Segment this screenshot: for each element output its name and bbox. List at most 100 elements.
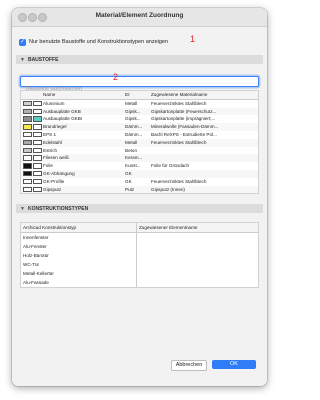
material-name: Ausbauplatte GKBI (43, 116, 83, 122)
material-id: Gipsk... (125, 116, 141, 122)
konstruktionstypen-table-header: Archicad Konstruktionstyp Zugewiesener E… (21, 223, 258, 233)
material-name: Ausbauplatte GKB (43, 108, 81, 114)
material-assigned-name[interactable]: Feuerverzinktes Stahlblech (151, 139, 258, 147)
material-assigned-name[interactable] (151, 170, 258, 178)
konstruktionstyp-assigned[interactable] (136, 233, 258, 242)
pattern-swatch-primary (23, 155, 32, 161)
material-assigned-name[interactable] (151, 147, 258, 155)
material-id: Metall (125, 100, 138, 106)
konstruktionstypen-section-header[interactable]: ▼ KONSTRUKTIONSTYPEN (16, 204, 263, 213)
konstruktionstypen-table-body: Innenfenster Alu-Fenster Holz-Bürotür WC-Tü… (21, 233, 258, 287)
material-id: GK (125, 170, 132, 176)
konstruktionstyp-assigned[interactable] (136, 242, 258, 251)
list-item[interactable]: Innenfenster (21, 233, 258, 242)
ok-button[interactable]: OK (212, 360, 256, 369)
material-assigned-name[interactable]: Feuerverzinktes Stahlblech (151, 100, 258, 108)
pattern-swatch-secondary (33, 139, 42, 146)
baustoffe-search-field[interactable] (20, 76, 259, 94)
konstruktionstyp-assigned[interactable] (136, 269, 258, 278)
table-row[interactable]: EPS 1 Dämm... Bachl ReXPS - Extrudierte Po… (21, 131, 258, 139)
konstruktionstyp-assigned[interactable] (136, 251, 258, 260)
pattern-swatch-primary (23, 163, 32, 169)
baustoffe-table-body: Aluminium Metall Feuerverzinktes Stahlblec… (21, 100, 258, 194)
column-header-name[interactable]: Name (43, 91, 125, 99)
list-item[interactable]: Holz-Bürotür (21, 251, 258, 260)
table-row[interactable]: GK-Profile GK Feuerverzinktes Stahlblech (21, 178, 258, 186)
baustoffe-header-label: BAUSTOFFE (27, 56, 59, 63)
table-row[interactable]: Fliesen weiß Keram... (21, 154, 258, 163)
konstruktionstyp-name: Alu-Fenster (23, 244, 47, 249)
table-row[interactable]: Gipsputz Putz Gipsputz (Innen) (21, 185, 258, 194)
material-assigned-name[interactable]: Bachl ReXPS - Extrudierte Pol... (151, 131, 258, 139)
table-row[interactable]: Brandriegel Dämm... Mineralwolle (Fassaden… (21, 123, 258, 131)
dialog-window: Material/Element Zuordnung ✓ Nur benutzt… (12, 8, 267, 386)
cancel-button[interactable]: Abbrechen (171, 360, 207, 371)
pattern-swatch-primary (23, 108, 32, 115)
pattern-swatch-secondary (33, 108, 42, 115)
pattern-swatch (21, 131, 43, 139)
table-row[interactable]: Folie Kunst... Folie für Gründach (21, 162, 258, 170)
material-assigned-name[interactable]: Gipskartonplatte (Feuerschutz... (151, 108, 258, 116)
pattern-swatch-secondary (33, 170, 42, 177)
filter-checkbox[interactable]: ✓ (19, 38, 26, 46)
material-assigned-name[interactable]: Gipskartonplatte (imprägniert;... (151, 115, 258, 123)
pattern-swatch (21, 139, 43, 147)
column-header-id[interactable]: ID (125, 91, 151, 99)
pattern-swatch-primary (23, 178, 32, 185)
material-assigned-name[interactable]: Folie für Gründach (151, 162, 258, 170)
material-id: Gipsk... (125, 108, 141, 114)
window-title: Material/Element Zuordnung (95, 12, 184, 19)
pattern-swatch-secondary (33, 116, 42, 122)
material-id: Putz (125, 186, 135, 192)
baustoffe-section-header[interactable]: ▼ BAUSTOFFE (16, 55, 263, 64)
pattern-swatch-primary (23, 186, 32, 193)
list-item[interactable]: WC-Tür (21, 260, 258, 269)
table-row[interactable]: Edelstahl Metall Feuerverzinktes Stahlblec… (21, 138, 258, 147)
material-assigned-name[interactable]: Mineralwolle (Fassaden-Dämm... (151, 123, 258, 131)
material-name: Fliesen weiß (43, 155, 69, 161)
column-header-konstruktionstyp[interactable]: Archicad Konstruktionstyp (23, 223, 136, 232)
pattern-swatch-secondary (33, 124, 42, 130)
konstruktionstypen-table: Archicad Konstruktionstyp Zugewiesener E… (20, 222, 259, 288)
table-row[interactable]: Estrich Beton (21, 147, 258, 155)
konstruktionstyp-assigned[interactable] (136, 260, 258, 269)
material-id: Dämm... (125, 124, 143, 130)
table-row[interactable]: Ausbauplatte GKB Gipsk... Gipskartonplatte… (21, 107, 258, 116)
material-name: Folie (43, 163, 53, 169)
column-header-elementname[interactable]: Zugewiesener Elementname (136, 223, 258, 232)
list-item[interactable]: Alu-Fassade (21, 278, 258, 287)
chevron-down-icon: ▼ (20, 205, 25, 212)
material-id: Kunst... (125, 163, 141, 169)
list-item[interactable]: Alu-Fenster (21, 242, 258, 251)
column-header-assigned[interactable]: Zugewiesene Materialname (151, 91, 258, 99)
material-id: Dämm... (125, 131, 143, 137)
konstruktionstyp-name: Holz-Bürotür (23, 253, 49, 258)
material-assigned-name[interactable] (151, 154, 258, 162)
table-row[interactable]: Aluminium Metall Feuerverzinktes Stahlblec… (21, 100, 258, 108)
filter-checkbox-row[interactable]: ✓ Nur benutzte Baustoffe und Konstruktio… (19, 37, 168, 47)
table-row[interactable]: Ausbauplatte GKBI Gipsk... Gipskartonplatt… (21, 115, 258, 123)
pattern-swatch-primary (23, 139, 32, 146)
konstruktionstypen-header-label: KONSTRUKTIONSTYPEN (27, 205, 89, 212)
pattern-swatch (21, 154, 43, 162)
pattern-swatch-primary (23, 131, 32, 138)
pattern-swatch-secondary (33, 186, 42, 193)
pattern-swatch (21, 147, 43, 155)
pattern-swatch (21, 186, 43, 194)
material-assigned-name[interactable]: Feuerverzinktes Stahlblech (151, 178, 258, 186)
pattern-swatch (21, 162, 43, 170)
konstruktionstyp-name: WC-Tür (23, 262, 40, 267)
table-row[interactable]: GK-Abhängung GK (21, 169, 258, 178)
material-id: Keram... (125, 155, 143, 161)
filter-checkbox-label: Nur benutzte Baustoffe und Konstruktions… (29, 39, 169, 45)
annotation-number-2: 2 (113, 72, 119, 82)
material-assigned-name[interactable]: Gipsputz (Innen) (151, 186, 258, 194)
pattern-swatch-secondary (33, 100, 42, 107)
konstruktionstyp-assigned[interactable] (136, 278, 258, 287)
konstruktionstyp-name: Metall-Kellertür (23, 271, 54, 276)
baustoffe-table: Name ID Zugewiesene Materialname Alumini… (20, 90, 259, 195)
pattern-swatch (21, 178, 43, 186)
list-item[interactable]: Metall-Kellertür (21, 269, 258, 278)
pattern-swatch-secondary (33, 178, 42, 185)
material-name: Edelstahl (43, 139, 62, 145)
